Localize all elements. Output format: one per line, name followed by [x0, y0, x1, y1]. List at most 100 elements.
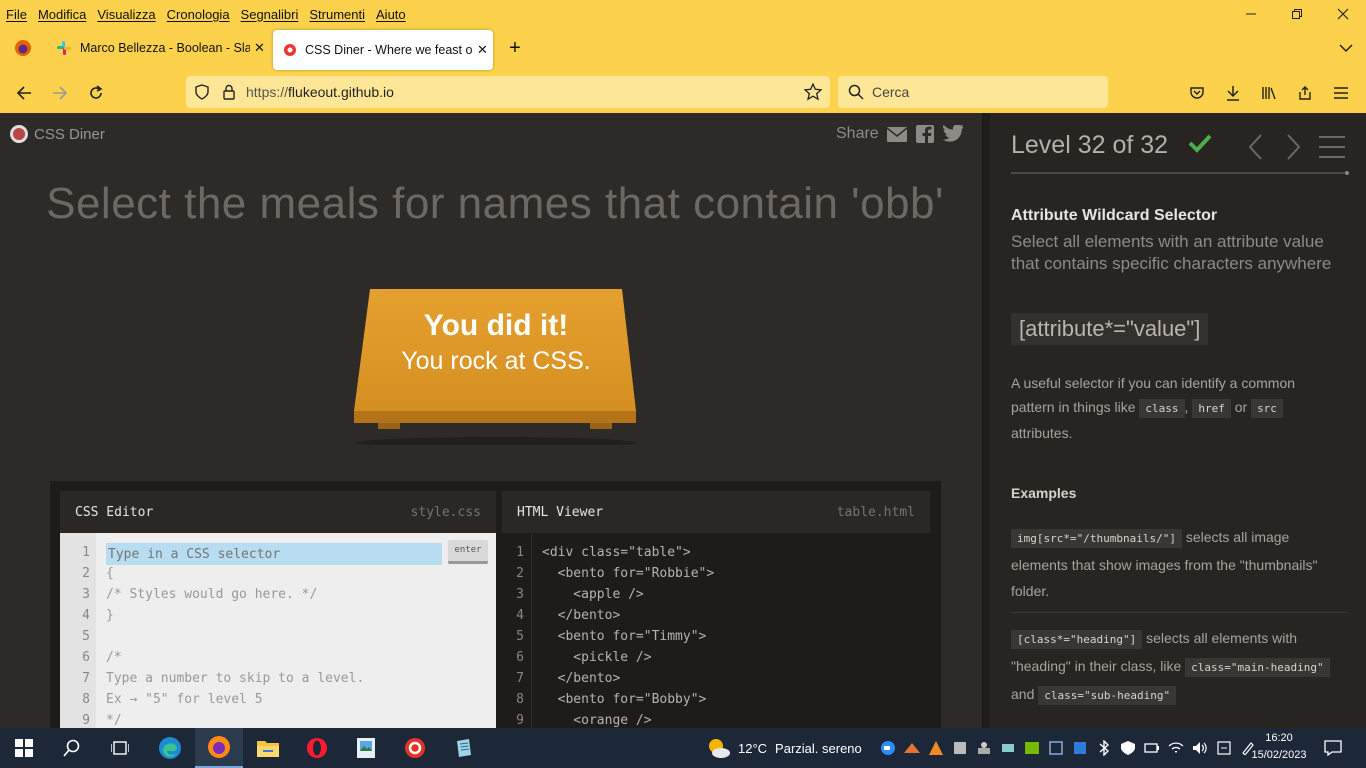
opera-taskbar-button[interactable] [293, 728, 341, 768]
menu-visualizza[interactable]: Visualizza [97, 7, 155, 22]
email-icon[interactable] [886, 125, 907, 143]
previous-level-button[interactable] [1245, 133, 1267, 161]
site-brand[interactable]: CSS Diner [10, 125, 105, 143]
forward-button[interactable] [45, 78, 75, 108]
notepad-icon [457, 739, 471, 757]
new-tab-button[interactable]: + [502, 28, 528, 68]
extensions-button[interactable] [1290, 78, 1320, 108]
menu-strumenti[interactable]: Strumenti [309, 7, 365, 22]
url-bar[interactable]: https://flukeout.github.io [186, 76, 830, 108]
bookmark-star-icon[interactable] [804, 83, 822, 101]
storage-tray-icon[interactable] [996, 728, 1020, 768]
url-text[interactable]: https://flukeout.github.io [246, 84, 394, 100]
panel-divider[interactable] [982, 113, 990, 728]
code-line[interactable]: 8 <bento for="Bobby"> [502, 689, 706, 710]
facebook-icon[interactable] [915, 125, 935, 143]
code-line[interactable]: 4 </bento> [502, 605, 620, 626]
close-tab-icon[interactable]: ✕ [477, 42, 488, 58]
weather-temperature: 12°C [738, 740, 768, 756]
downloads-button[interactable] [1218, 78, 1248, 108]
menu-cronologia[interactable]: Cronologia [167, 7, 230, 22]
hint-text: or [1234, 399, 1248, 415]
code-text: } [106, 608, 114, 623]
shield-icon[interactable] [194, 84, 210, 100]
system-tray [876, 728, 1260, 768]
file-explorer-button[interactable] [244, 728, 292, 768]
restore-button[interactable] [1274, 0, 1320, 28]
close-window-button[interactable] [1320, 0, 1366, 28]
taskbar-search-button[interactable] [48, 728, 96, 768]
level-indicator: Level 32 of 32 [1011, 131, 1169, 159]
weather-description: Parzial. sereno [775, 740, 862, 756]
app-taskbar-button[interactable] [391, 728, 439, 768]
menu-segnalibri[interactable]: Segnalibri [241, 7, 299, 22]
css-editor: CSS Editor style.css 1 enter 2{ 3/* Styl… [60, 491, 496, 728]
brand-name: CSS Diner [34, 125, 105, 143]
photos-taskbar-button[interactable] [342, 728, 390, 768]
enter-button[interactable]: enter [448, 540, 488, 564]
line-number: 2 [516, 566, 524, 581]
tab-slack[interactable]: Marco Bellezza - Boolean - Slack ✕ [48, 28, 266, 68]
code-text: </bento> [542, 671, 621, 686]
code-line[interactable]: 9 <orange /> [502, 710, 651, 728]
code-line: 8 Ex → "5" for level 5 [60, 689, 262, 710]
tab-css-diner[interactable]: CSS Diner - Where we feast on CSS ✕ [273, 30, 493, 70]
back-button[interactable] [9, 78, 39, 108]
code-line[interactable]: 1 <div class="table"> [502, 542, 691, 563]
lock-icon[interactable] [222, 84, 236, 100]
power-tray-icon[interactable] [1140, 728, 1164, 768]
code-text: /* [106, 650, 122, 665]
nvidia-tray-icon[interactable] [1020, 728, 1044, 768]
close-tab-icon[interactable]: ✕ [254, 40, 265, 56]
search-bar[interactable]: Cerca [838, 76, 1108, 108]
menu-aiuto[interactable]: Aiuto [376, 7, 406, 22]
app-menu-button[interactable] [1326, 78, 1356, 108]
pocket-button[interactable] [1182, 78, 1212, 108]
wifi-tray-icon[interactable] [1164, 728, 1188, 768]
zoom-tray-icon[interactable] [876, 728, 900, 768]
edge-taskbar-button[interactable] [146, 728, 194, 768]
selector-name: Attribute Wildcard Selector [1011, 207, 1218, 224]
code-text: */ [106, 713, 122, 728]
menu-modifica[interactable]: Modifica [38, 7, 86, 22]
library-button[interactable] [1254, 78, 1284, 108]
volume-tray-icon[interactable] [1188, 728, 1212, 768]
input-tray-icon[interactable] [1212, 728, 1236, 768]
start-button[interactable] [0, 728, 48, 768]
firefox-view-button[interactable] [8, 28, 38, 68]
twitter-icon[interactable] [942, 125, 963, 143]
bluetooth-tray-icon[interactable] [1092, 728, 1116, 768]
code-line[interactable]: 3 <apple /> [502, 584, 644, 605]
keyboard-tray-icon[interactable] [948, 728, 972, 768]
list-tabs-button[interactable] [1334, 28, 1358, 68]
system-clock[interactable]: 16:20 15/02/2023 [1248, 730, 1310, 764]
app-tray-icon[interactable] [1068, 728, 1092, 768]
code-line[interactable]: 5 <bento for="Timmy"> [502, 626, 706, 647]
line-number: 4 [516, 608, 524, 623]
firefox-icon [208, 736, 230, 758]
css-selector-input[interactable] [106, 543, 442, 565]
reload-button[interactable] [81, 78, 111, 108]
selector-syntax: [attribute*="value"] [1011, 313, 1209, 345]
minimize-button[interactable] [1228, 0, 1274, 28]
level-instruction: Select the meals for names that contain … [46, 179, 944, 228]
hamburger-menu-icon [1319, 136, 1345, 158]
menu-file[interactable]: File [6, 7, 27, 22]
level-menu-button[interactable] [1317, 133, 1347, 161]
next-level-button[interactable] [1282, 133, 1304, 161]
vlc-tray-icon[interactable] [924, 728, 948, 768]
security-tray-icon[interactable] [1116, 728, 1140, 768]
task-view-button[interactable] [96, 728, 144, 768]
firefox-taskbar-button[interactable] [195, 728, 243, 768]
code-line[interactable]: 2 <bento for="Robbie"> [502, 563, 714, 584]
example-item: img[src*="/thumbnails/"] selects all ima… [1011, 524, 1347, 604]
code-line[interactable]: 7 </bento> [502, 668, 620, 689]
code-line[interactable]: 6 <pickle /> [502, 647, 651, 668]
network-drive-tray-icon[interactable] [972, 728, 996, 768]
app-taskbar-button[interactable] [440, 728, 488, 768]
notification-center-button[interactable] [1318, 728, 1348, 768]
monitor-tray-icon[interactable] [1044, 728, 1068, 768]
weather-widget[interactable]: 12°C Parzial. sereno [706, 728, 862, 768]
app-tray-icon[interactable] [900, 728, 924, 768]
code-text: <div class="table"> [542, 545, 691, 560]
